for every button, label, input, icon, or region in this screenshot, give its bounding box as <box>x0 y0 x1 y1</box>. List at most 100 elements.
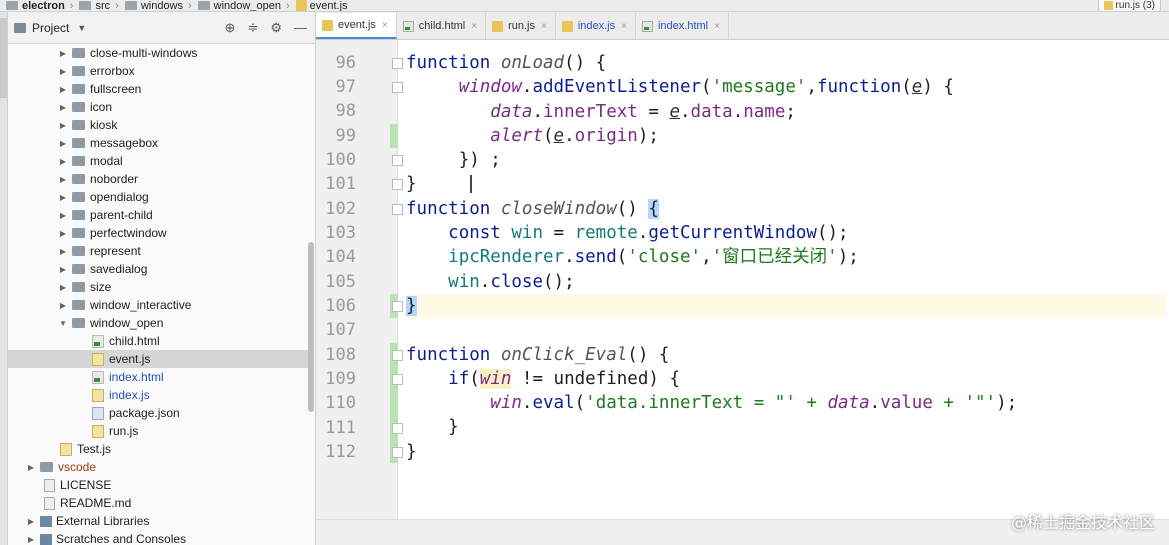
expand-arrow-icon[interactable]: ▶ <box>58 175 68 184</box>
fold-marker-icon[interactable] <box>392 204 403 215</box>
expand-arrow-icon[interactable]: ▶ <box>58 139 68 148</box>
expand-arrow-icon[interactable]: ▶ <box>58 193 68 202</box>
expand-arrow-icon[interactable]: ▶ <box>58 283 68 292</box>
tab-index-js[interactable]: index.js × <box>556 13 636 39</box>
breadcrumb-electron[interactable]: electron › <box>0 0 73 11</box>
fold-marker-icon[interactable] <box>392 155 403 166</box>
json-file-icon <box>92 406 104 420</box>
locate-file-icon[interactable]: ⊕ <box>225 20 236 36</box>
tree-item-file-selected[interactable]: event.js <box>8 350 308 368</box>
fold-marker-icon[interactable] <box>392 447 403 458</box>
line-number: 106 <box>325 296 356 316</box>
fold-marker-icon[interactable] <box>392 423 403 434</box>
tree-item-file[interactable]: index.html <box>8 368 308 386</box>
close-icon[interactable]: × <box>714 21 720 32</box>
javascript-file-icon <box>492 20 504 32</box>
library-icon <box>40 515 52 527</box>
expand-arrow-icon[interactable]: ▶ <box>58 49 68 58</box>
breadcrumb-window-open[interactable]: window_open › <box>192 0 290 11</box>
close-icon[interactable]: × <box>541 21 547 32</box>
collapse-all-icon[interactable]: ≑ <box>247 20 258 36</box>
folder-icon <box>6 1 18 10</box>
close-icon[interactable]: × <box>621 21 627 32</box>
fold-marker-icon[interactable] <box>392 374 403 385</box>
gear-icon[interactable]: ⚙ <box>270 20 282 36</box>
code-editor[interactable]: 96 97 98 99 100 101 102 103 104 105 106 … <box>316 40 1169 545</box>
close-icon[interactable]: × <box>471 21 477 32</box>
expand-arrow-icon[interactable]: ▶ <box>58 157 68 166</box>
line-number: 98 <box>335 101 356 121</box>
expand-arrow-icon[interactable]: ▶ <box>58 85 68 94</box>
breadcrumb-windows[interactable]: windows › <box>119 0 192 11</box>
chevron-down-icon[interactable]: ▼ <box>77 23 86 33</box>
code-line: } <box>406 441 417 462</box>
tree-item-file[interactable]: package.json <box>8 404 308 422</box>
tree-item-scratches[interactable]: ▶ Scratches and Consoles <box>8 530 308 545</box>
expand-arrow-icon[interactable]: ▶ <box>58 265 68 274</box>
tree-item-folder[interactable]: ▶ perfectwindow <box>8 224 308 242</box>
expand-arrow-icon[interactable]: ▶ <box>26 517 36 526</box>
expand-arrow-icon[interactable]: ▶ <box>58 121 68 130</box>
tree-item-file[interactable]: run.js <box>8 422 308 440</box>
project-tool-tab[interactable] <box>0 18 7 98</box>
tree-item-folder[interactable]: ▶ window_interactive <box>8 296 308 314</box>
fold-marker-icon[interactable] <box>392 58 403 69</box>
line-number: 108 <box>325 345 356 365</box>
expand-arrow-icon[interactable]: ▶ <box>58 211 68 220</box>
collapse-arrow-icon[interactable]: ▼ <box>58 319 68 328</box>
tree-item-file[interactable]: LICENSE <box>8 476 308 494</box>
code-line: function onClick_Eval() { <box>406 344 670 365</box>
tree-item-external-libraries[interactable]: ▶ External Libraries <box>8 512 308 530</box>
tree-item-file[interactable]: Test.js <box>8 440 308 458</box>
tab-index-html[interactable]: index.html × <box>636 13 729 39</box>
tree-item-folder[interactable]: ▶ savedialog <box>8 260 308 278</box>
hide-panel-icon[interactable]: — <box>294 20 307 35</box>
tree-item-folder[interactable]: ▶ vscode <box>8 458 308 476</box>
expand-arrow-icon[interactable]: ▶ <box>58 103 68 112</box>
fold-marker-icon[interactable] <box>392 350 403 361</box>
vcs-change-marker[interactable] <box>390 124 398 148</box>
tab-child-html[interactable]: child.html × <box>397 13 487 39</box>
tree-item-file[interactable]: README.md <box>8 494 308 512</box>
breadcrumb-event-js[interactable]: event.js <box>290 0 348 11</box>
tree-item-folder[interactable]: ▶ modal <box>8 152 308 170</box>
fold-marker-icon[interactable] <box>392 82 403 93</box>
fold-marker-icon[interactable] <box>392 301 403 312</box>
tree-item-folder[interactable]: ▶ represent <box>8 242 308 260</box>
code-line: } <box>406 174 417 195</box>
close-icon[interactable]: × <box>382 20 388 31</box>
tree-item-folder[interactable]: ▶ icon <box>8 98 308 116</box>
run-configuration-selector[interactable]: run.js (3) <box>1097 0 1161 11</box>
tree-item-folder[interactable]: ▶ errorbox <box>8 62 308 80</box>
project-panel-header: Project ▼ ⊕ ≑ ⚙ — <box>8 12 315 44</box>
tree-item-file[interactable]: index.js <box>8 386 308 404</box>
tree-item-folder-expanded[interactable]: ▼ window_open <box>8 314 308 332</box>
html-file-icon <box>92 334 104 348</box>
tree-item-folder[interactable]: ▶ parent-child <box>8 206 308 224</box>
tree-item-folder[interactable]: ▶ size <box>8 278 308 296</box>
expand-arrow-icon[interactable]: ▶ <box>58 301 68 310</box>
tree-item-folder[interactable]: ▶ messagebox <box>8 134 308 152</box>
watermark: @稀土掘金技术社区 <box>1010 513 1155 532</box>
breadcrumb-src[interactable]: src › <box>73 0 119 11</box>
tree-item-folder[interactable]: ▶ opendialog <box>8 188 308 206</box>
tree-item-folder[interactable]: ▶ close-multi-windows <box>8 44 308 62</box>
code-line: } <box>448 417 459 438</box>
tree-item-folder[interactable]: ▶ noborder <box>8 170 308 188</box>
expand-arrow-icon[interactable]: ▶ <box>26 463 36 472</box>
expand-arrow-icon[interactable]: ▶ <box>58 67 68 76</box>
fold-marker-icon[interactable] <box>392 179 403 190</box>
tab-event-js[interactable]: event.js × <box>316 13 397 39</box>
project-title[interactable]: Project <box>32 21 69 35</box>
expand-arrow-icon[interactable]: ▶ <box>58 247 68 256</box>
project-scrollbar[interactable] <box>308 242 314 412</box>
expand-arrow-icon[interactable]: ▶ <box>26 535 36 544</box>
tree-item-folder[interactable]: ▶ kiosk <box>8 116 308 134</box>
code-area[interactable]: function onLoad() { window.addEventListe… <box>406 51 1166 464</box>
tab-run-js[interactable]: run.js × <box>486 13 556 39</box>
expand-arrow-icon[interactable]: ▶ <box>58 229 68 238</box>
tree-item-folder[interactable]: ▶ fullscreen <box>8 80 308 98</box>
tree-item-file[interactable]: child.html <box>8 332 308 350</box>
vcs-change-marker[interactable] <box>390 343 398 463</box>
code-line: win.close(); <box>448 271 575 292</box>
